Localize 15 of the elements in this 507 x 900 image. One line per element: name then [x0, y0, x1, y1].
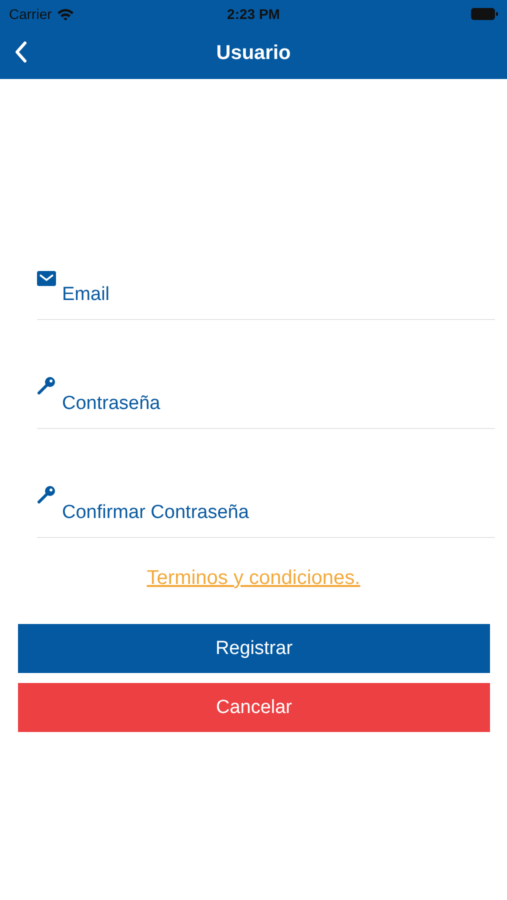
- status-time: 2:23 PM: [227, 6, 280, 22]
- input-field[interactable]: Email: [62, 284, 495, 306]
- back-button[interactable]: [14, 40, 28, 64]
- input-field[interactable]: Contraseña: [62, 393, 495, 415]
- screen-title: Usuario: [216, 42, 291, 65]
- key-icon: [37, 485, 56, 504]
- cancel-button[interactable]: Cancelar: [18, 683, 490, 732]
- register-button[interactable]: Registrar: [18, 624, 490, 673]
- key-icon: [37, 376, 56, 395]
- mail-icon: [37, 271, 56, 286]
- battery-icon: [470, 8, 498, 20]
- terms-link[interactable]: Terminos y condiciones.: [146, 567, 360, 590]
- input-field[interactable]: Confirmar Contraseña: [62, 502, 495, 524]
- wifi-icon: [56, 8, 74, 20]
- carrier-label: Carrier: [9, 6, 52, 22]
